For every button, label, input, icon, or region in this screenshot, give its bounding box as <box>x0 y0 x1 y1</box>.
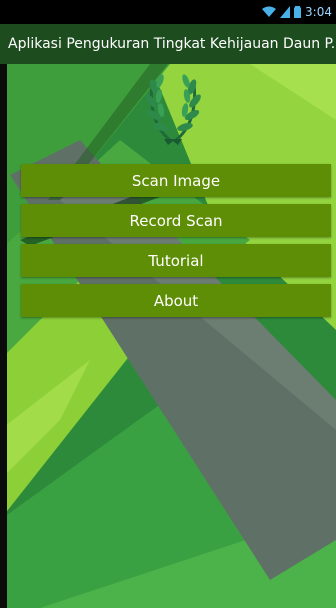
app-bar: Aplikasi Pengukuran Tingkat Kehijauan Da… <box>0 24 336 64</box>
scan-image-button[interactable]: Scan Image <box>21 164 331 197</box>
tutorial-button[interactable]: Tutorial <box>21 244 331 277</box>
wifi-icon <box>262 6 277 18</box>
signal-icon <box>280 6 291 18</box>
main-menu: Scan Image Record Scan Tutorial About <box>21 164 331 324</box>
record-scan-button[interactable]: Record Scan <box>21 204 331 237</box>
app-screen: 3:04 Aplikasi Pengukuran Tingkat Kehijau… <box>0 0 336 608</box>
left-edge-shadow <box>0 64 7 608</box>
laurel-wreath-icon <box>145 74 201 145</box>
status-bar: 3:04 <box>0 0 336 24</box>
clock-time: 3:04 <box>305 5 332 19</box>
about-button[interactable]: About <box>21 284 331 317</box>
battery-icon <box>294 6 302 18</box>
app-title: Aplikasi Pengukuran Tingkat Kehijauan Da… <box>8 36 336 52</box>
